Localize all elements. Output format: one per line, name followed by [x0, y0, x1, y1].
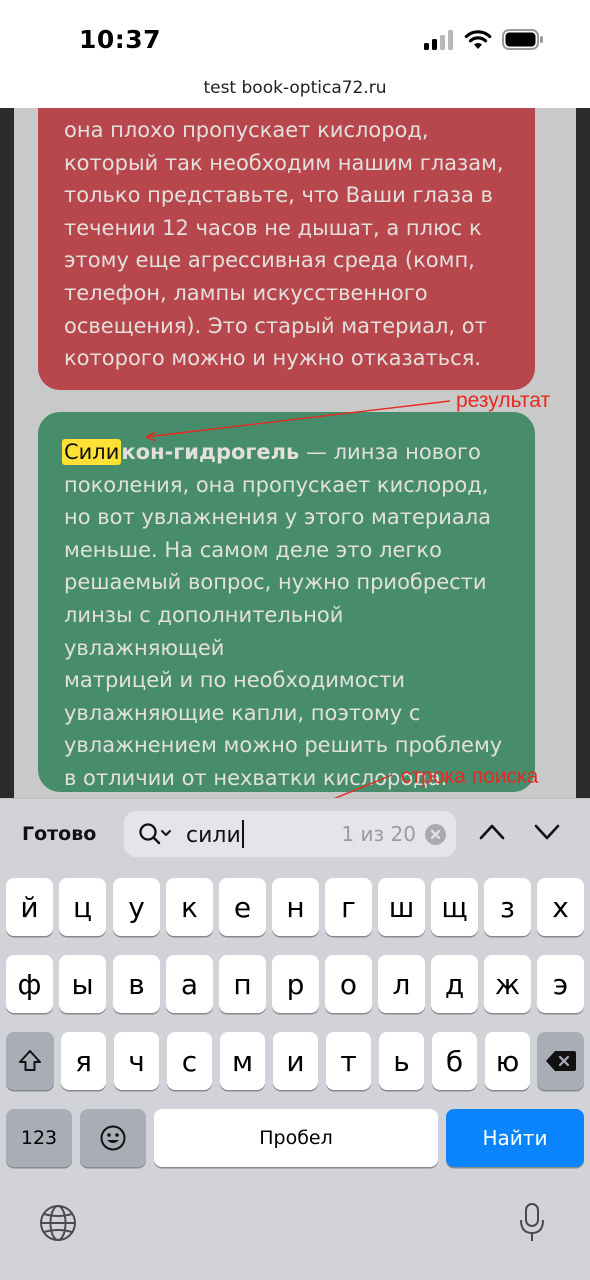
- status-time: 10:37: [79, 25, 162, 54]
- globe-icon[interactable]: [39, 1204, 77, 1242]
- key[interactable]: в: [113, 955, 160, 1013]
- done-button[interactable]: Готово: [22, 823, 96, 845]
- shift-icon: [19, 1050, 41, 1071]
- shift-key[interactable]: [6, 1032, 54, 1090]
- key[interactable]: ю: [485, 1032, 530, 1090]
- web-content: она плохо пропускает кислород, который т…: [0, 108, 590, 798]
- key[interactable]: к: [166, 878, 213, 936]
- key[interactable]: р: [272, 955, 319, 1013]
- emoji-key[interactable]: [80, 1109, 146, 1167]
- previous-match-icon[interactable]: [478, 821, 506, 843]
- key[interactable]: м: [220, 1032, 265, 1090]
- emoji-icon: [100, 1125, 126, 1151]
- backspace-key[interactable]: [537, 1032, 584, 1090]
- key[interactable]: д: [431, 955, 478, 1013]
- red-card-text: она плохо пропускает кислород, который т…: [64, 118, 504, 371]
- key[interactable]: с: [167, 1032, 212, 1090]
- key[interactable]: л: [378, 955, 425, 1013]
- key[interactable]: г: [325, 878, 372, 936]
- green-card-text: Силикон-гидрогель — линза нового поколен…: [62, 436, 509, 795]
- find-query-text: сили: [186, 823, 241, 848]
- key[interactable]: н: [272, 878, 319, 936]
- key[interactable]: з: [484, 878, 531, 936]
- key[interactable]: ш: [378, 878, 425, 936]
- search-go-key[interactable]: Найти: [446, 1109, 584, 1167]
- keyboard: й ц у к е н г ш щ з х ф ы в а п р о л д …: [0, 868, 590, 1280]
- key[interactable]: щ: [431, 878, 478, 936]
- url-bar[interactable]: test book-optica72.ru: [0, 78, 590, 108]
- key[interactable]: й: [6, 878, 53, 936]
- info-card-green: Силикон-гидрогель — линза нового поколен…: [38, 412, 535, 792]
- status-icons: [424, 29, 544, 50]
- key[interactable]: а: [166, 955, 213, 1013]
- key[interactable]: ж: [484, 955, 531, 1013]
- green-card-bold: кон-гидрогель: [121, 440, 300, 464]
- annotation-result: результат: [456, 389, 551, 412]
- find-search-field[interactable]: сили 1 из 20: [124, 811, 456, 857]
- key[interactable]: ь: [379, 1032, 424, 1090]
- numbers-key[interactable]: 123: [6, 1109, 72, 1167]
- wifi-icon: [464, 29, 492, 49]
- key[interactable]: и: [273, 1032, 318, 1090]
- key[interactable]: ы: [59, 955, 106, 1013]
- space-key[interactable]: Пробел: [154, 1109, 438, 1167]
- key[interactable]: я: [61, 1032, 106, 1090]
- page-edge-right: [576, 108, 590, 798]
- clear-icon[interactable]: [425, 824, 446, 845]
- search-highlight: Сили: [62, 439, 122, 465]
- key[interactable]: б: [432, 1032, 477, 1090]
- key[interactable]: э: [537, 955, 584, 1013]
- next-match-icon[interactable]: [533, 821, 561, 843]
- key[interactable]: х: [537, 878, 584, 936]
- green-card-body: — линза нового поколения, она пропускает…: [64, 440, 503, 790]
- text-caret: [241, 820, 244, 848]
- find-in-page-bar: Готово сили 1 из 20: [0, 798, 590, 868]
- status-bar: 10:37: [0, 0, 590, 78]
- info-card-red: она плохо пропускает кислород, который т…: [38, 108, 535, 390]
- search-icon[interactable]: [138, 822, 172, 846]
- key[interactable]: ч: [114, 1032, 159, 1090]
- microphone-icon[interactable]: [518, 1202, 546, 1244]
- key[interactable]: п: [219, 955, 266, 1013]
- key[interactable]: ф: [6, 955, 53, 1013]
- key[interactable]: е: [219, 878, 266, 936]
- backspace-icon: [545, 1051, 576, 1071]
- key[interactable]: у: [113, 878, 160, 936]
- key[interactable]: ц: [59, 878, 106, 936]
- page-edge-left: [0, 108, 14, 798]
- battery-icon: [502, 29, 543, 50]
- find-query-input[interactable]: сили: [186, 820, 244, 848]
- cellular-signal-icon: [424, 29, 453, 50]
- match-count: 1 из 20: [341, 822, 416, 846]
- key[interactable]: т: [326, 1032, 371, 1090]
- annotation-search-bar: строка поиска: [401, 765, 539, 788]
- key[interactable]: о: [325, 955, 372, 1013]
